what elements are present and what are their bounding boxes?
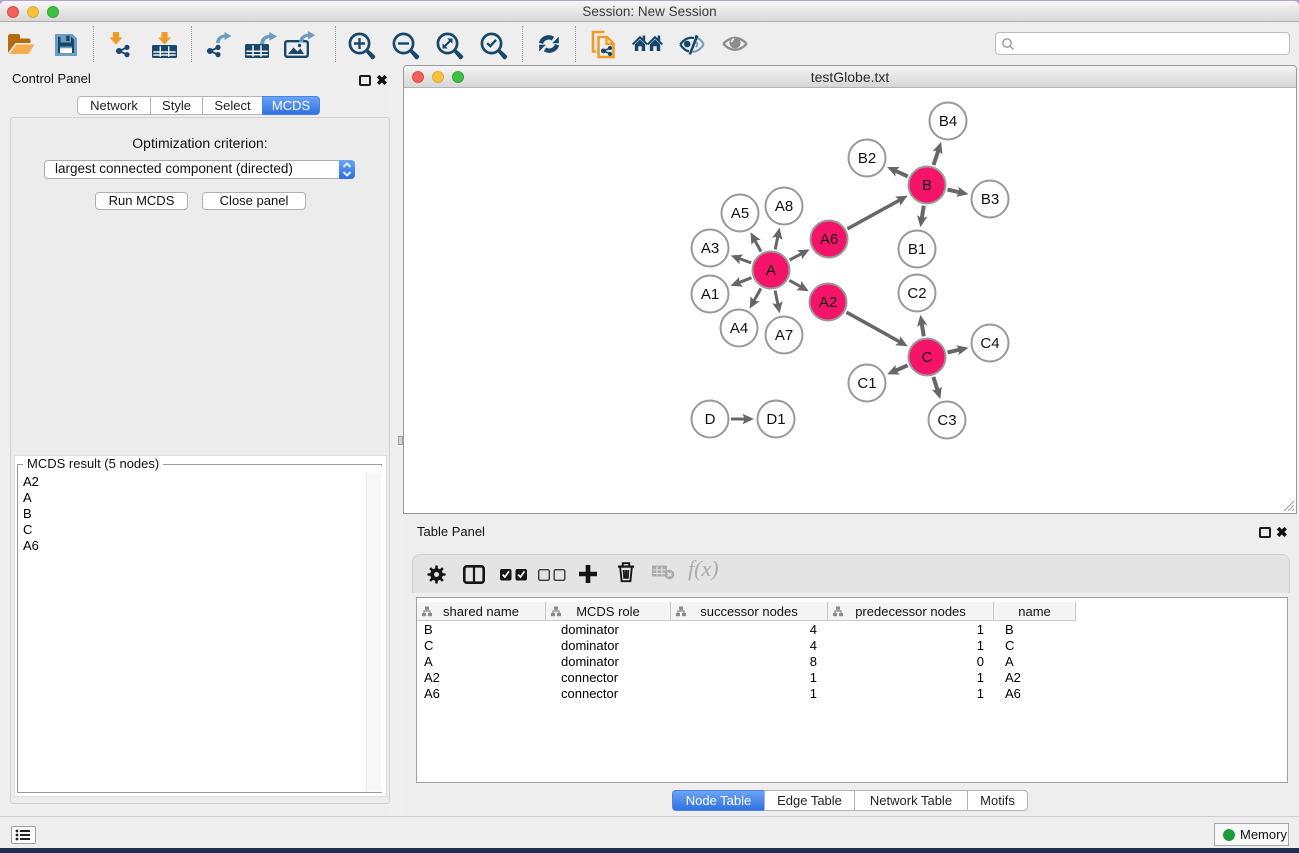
svg-text:D1: D1: [766, 411, 785, 428]
svg-text:C4: C4: [980, 335, 999, 352]
svg-text:A3: A3: [701, 240, 719, 257]
svg-text:C2: C2: [907, 285, 926, 302]
svg-text:B1: B1: [908, 241, 926, 258]
svg-text:B2: B2: [858, 150, 876, 167]
svg-text:B4: B4: [939, 113, 957, 130]
svg-text:A2: A2: [819, 294, 837, 311]
svg-text:B: B: [922, 177, 932, 194]
svg-text:A6: A6: [820, 231, 838, 248]
svg-text:f(x): f(x): [688, 558, 719, 581]
svg-text:A: A: [766, 262, 776, 279]
svg-text:A8: A8: [775, 198, 793, 215]
svg-text:B3: B3: [981, 191, 999, 208]
svg-text:A5: A5: [731, 205, 749, 222]
svg-text:C1: C1: [857, 375, 876, 392]
svg-text:A4: A4: [730, 320, 748, 337]
svg-text:D: D: [705, 411, 716, 428]
svg-text:C: C: [922, 349, 933, 366]
svg-text:A1: A1: [701, 286, 719, 303]
svg-text:C3: C3: [937, 412, 956, 429]
svg-text:A7: A7: [775, 327, 793, 344]
